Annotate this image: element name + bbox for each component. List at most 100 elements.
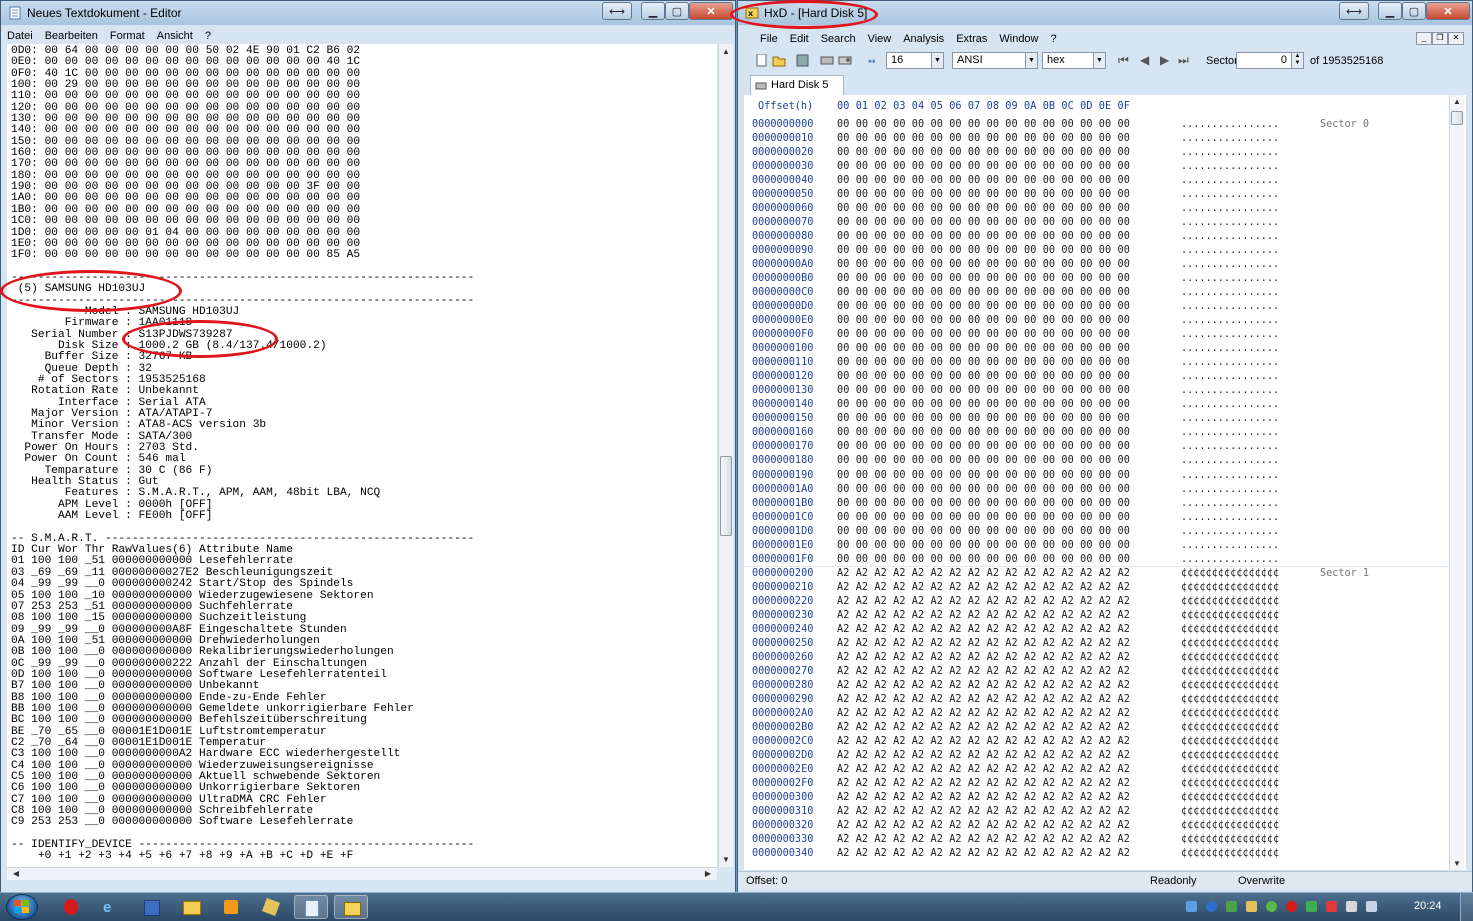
row-bytes[interactable]: A2 A2 A2 A2 A2 A2 A2 A2 A2 A2 A2 A2 A2 A… [837, 708, 1130, 719]
new-file-icon[interactable] [754, 54, 768, 67]
scroll-thumb[interactable] [720, 456, 732, 536]
row-text[interactable]: ................ [1181, 315, 1279, 326]
row-text[interactable]: ................ [1181, 133, 1279, 144]
chevron-down-icon[interactable]: ▼ [1025, 53, 1037, 68]
row-bytes[interactable]: A2 A2 A2 A2 A2 A2 A2 A2 A2 A2 A2 A2 A2 A… [837, 568, 1130, 579]
row-text[interactable]: ¢¢¢¢¢¢¢¢¢¢¢¢¢¢¢¢ [1181, 582, 1279, 593]
row-text[interactable]: ................ [1181, 301, 1279, 312]
hxd-minimize-button[interactable]: ▁ [1378, 2, 1402, 20]
row-text[interactable]: ................ [1181, 427, 1279, 438]
row-bytes[interactable]: 00 00 00 00 00 00 00 00 00 00 00 00 00 0… [837, 427, 1130, 438]
row-bytes[interactable]: A2 A2 A2 A2 A2 A2 A2 A2 A2 A2 A2 A2 A2 A… [837, 694, 1130, 705]
hxd-close-button[interactable]: ✕ [1426, 2, 1470, 20]
save-icon[interactable] [796, 54, 810, 67]
row-text[interactable]: ¢¢¢¢¢¢¢¢¢¢¢¢¢¢¢¢ [1181, 666, 1279, 677]
menu-window[interactable]: Window [993, 33, 1044, 45]
row-text[interactable]: ¢¢¢¢¢¢¢¢¢¢¢¢¢¢¢¢ [1181, 708, 1279, 719]
row-text[interactable]: ................ [1181, 189, 1279, 200]
taskbar-tool[interactable] [254, 895, 288, 919]
row-bytes[interactable]: A2 A2 A2 A2 A2 A2 A2 A2 A2 A2 A2 A2 A2 A… [837, 806, 1130, 817]
row-bytes[interactable]: 00 00 00 00 00 00 00 00 00 00 00 00 00 0… [837, 119, 1130, 130]
row-text[interactable]: ¢¢¢¢¢¢¢¢¢¢¢¢¢¢¢¢ [1181, 820, 1279, 831]
row-bytes[interactable]: A2 A2 A2 A2 A2 A2 A2 A2 A2 A2 A2 A2 A2 A… [837, 820, 1130, 831]
row-text[interactable]: ¢¢¢¢¢¢¢¢¢¢¢¢¢¢¢¢ [1181, 568, 1279, 579]
row-bytes[interactable]: 00 00 00 00 00 00 00 00 00 00 00 00 00 0… [837, 413, 1130, 424]
taskbar-media[interactable] [214, 895, 248, 919]
row-bytes[interactable]: 00 00 00 00 00 00 00 00 00 00 00 00 00 0… [837, 441, 1130, 452]
row-bytes[interactable]: 00 00 00 00 00 00 00 00 00 00 00 00 00 0… [837, 540, 1130, 551]
menu-format[interactable]: Format [104, 30, 151, 42]
row-bytes[interactable]: 00 00 00 00 00 00 00 00 00 00 00 00 00 0… [837, 245, 1130, 256]
row-text[interactable]: ................ [1181, 259, 1279, 270]
open-folder-icon[interactable] [772, 54, 786, 67]
row-bytes[interactable]: 00 00 00 00 00 00 00 00 00 00 00 00 00 0… [837, 217, 1130, 228]
menu-analysis[interactable]: Analysis [897, 33, 950, 45]
taskbar-notepad[interactable] [294, 895, 328, 919]
row-text[interactable]: ................ [1181, 413, 1279, 424]
offset-base-select[interactable]: hex ▼ [1042, 52, 1106, 69]
row-bytes[interactable]: 00 00 00 00 00 00 00 00 00 00 00 00 00 0… [837, 357, 1130, 368]
row-text[interactable]: ¢¢¢¢¢¢¢¢¢¢¢¢¢¢¢¢ [1181, 778, 1279, 789]
row-text[interactable]: ................ [1181, 217, 1279, 228]
row-text[interactable]: ¢¢¢¢¢¢¢¢¢¢¢¢¢¢¢¢ [1181, 638, 1279, 649]
row-text[interactable]: ¢¢¢¢¢¢¢¢¢¢¢¢¢¢¢¢ [1181, 596, 1279, 607]
maximize-button[interactable]: ▢ [665, 2, 689, 20]
tray-opera-icon[interactable] [1286, 901, 1297, 912]
row-text[interactable]: ................ [1181, 470, 1279, 481]
mdi-restore-icon[interactable]: ❐ [1432, 32, 1448, 45]
row-text[interactable]: ¢¢¢¢¢¢¢¢¢¢¢¢¢¢¢¢ [1181, 722, 1279, 733]
row-text[interactable]: ................ [1181, 554, 1279, 565]
menu-view[interactable]: View [862, 33, 898, 45]
row-text[interactable]: ................ [1181, 540, 1279, 551]
bytes-per-row-select[interactable]: 16 ▼ [886, 52, 944, 69]
hxd-snap-arrows-button[interactable]: ⟷ [1339, 2, 1369, 20]
row-bytes[interactable]: 00 00 00 00 00 00 00 00 00 00 00 00 00 0… [837, 133, 1130, 144]
charset-select[interactable]: ANSI ▼ [952, 52, 1038, 69]
snap-arrows-button[interactable]: ⟷ [602, 2, 632, 20]
chevron-down-icon[interactable]: ▼ [931, 53, 943, 68]
first-sector-icon[interactable]: ⏮ [1118, 53, 1129, 68]
row-bytes[interactable]: A2 A2 A2 A2 A2 A2 A2 A2 A2 A2 A2 A2 A2 A… [837, 610, 1130, 621]
row-bytes[interactable]: A2 A2 A2 A2 A2 A2 A2 A2 A2 A2 A2 A2 A2 A… [837, 764, 1130, 775]
row-text[interactable]: ¢¢¢¢¢¢¢¢¢¢¢¢¢¢¢¢ [1181, 848, 1279, 859]
notepad-vertical-scrollbar[interactable]: ▲ ▼ [718, 44, 733, 867]
show-desktop-button[interactable] [1460, 893, 1473, 921]
row-text[interactable]: ................ [1181, 203, 1279, 214]
row-bytes[interactable]: 00 00 00 00 00 00 00 00 00 00 00 00 00 0… [837, 259, 1130, 270]
menu-search[interactable]: Search [815, 33, 862, 45]
scroll-down-icon[interactable]: ▼ [1450, 859, 1464, 868]
menu-help[interactable]: ? [199, 30, 217, 42]
tray-network-icon[interactable] [1186, 901, 1197, 912]
scroll-thumb[interactable] [1451, 111, 1463, 125]
notepad-titlebar[interactable]: Neues Textdokument - Editor ⟷ ▁ ▢ ✕ [1, 1, 735, 25]
menu-bearbeiten[interactable]: Bearbeiten [39, 30, 104, 42]
hex-editor-view[interactable]: Offset(h) 00 01 02 03 04 05 06 07 08 09 … [744, 95, 1466, 870]
row-text[interactable]: ¢¢¢¢¢¢¢¢¢¢¢¢¢¢¢¢ [1181, 750, 1279, 761]
row-text[interactable]: ¢¢¢¢¢¢¢¢¢¢¢¢¢¢¢¢ [1181, 694, 1279, 705]
status-write[interactable]: Overwrite [1238, 875, 1285, 887]
mdi-minimize-icon[interactable]: _ [1416, 32, 1432, 45]
row-text[interactable]: ................ [1181, 161, 1279, 172]
menu-datei[interactable]: Datei [1, 30, 39, 42]
tray-green-icon[interactable] [1266, 901, 1277, 912]
row-bytes[interactable]: 00 00 00 00 00 00 00 00 00 00 00 00 00 0… [837, 175, 1130, 186]
row-bytes[interactable]: 00 00 00 00 00 00 00 00 00 00 00 00 00 0… [837, 273, 1130, 284]
row-bytes[interactable]: 00 00 00 00 00 00 00 00 00 00 00 00 00 0… [837, 189, 1130, 200]
last-sector-icon[interactable]: ⏭ [1178, 53, 1189, 68]
row-text[interactable]: ................ [1181, 147, 1279, 158]
clock[interactable]: 20:24 [1414, 900, 1442, 912]
row-bytes[interactable]: 00 00 00 00 00 00 00 00 00 00 00 00 00 0… [837, 315, 1130, 326]
row-bytes[interactable]: 00 00 00 00 00 00 00 00 00 00 00 00 00 0… [837, 343, 1130, 354]
row-bytes[interactable]: 00 00 00 00 00 00 00 00 00 00 00 00 00 0… [837, 526, 1130, 537]
row-bytes[interactable]: 00 00 00 00 00 00 00 00 00 00 00 00 00 0… [837, 329, 1130, 340]
start-orb[interactable] [6, 894, 38, 920]
row-bytes[interactable]: A2 A2 A2 A2 A2 A2 A2 A2 A2 A2 A2 A2 A2 A… [837, 750, 1130, 761]
row-bytes[interactable]: 00 00 00 00 00 00 00 00 00 00 00 00 00 0… [837, 231, 1130, 242]
row-text[interactable]: ¢¢¢¢¢¢¢¢¢¢¢¢¢¢¢¢ [1181, 736, 1279, 747]
row-bytes[interactable]: A2 A2 A2 A2 A2 A2 A2 A2 A2 A2 A2 A2 A2 A… [837, 848, 1130, 859]
menu-edit[interactable]: Edit [784, 33, 815, 45]
row-text[interactable]: ¢¢¢¢¢¢¢¢¢¢¢¢¢¢¢¢ [1181, 834, 1279, 845]
row-bytes[interactable]: A2 A2 A2 A2 A2 A2 A2 A2 A2 A2 A2 A2 A2 A… [837, 666, 1130, 677]
row-text[interactable]: ................ [1181, 399, 1279, 410]
row-bytes[interactable]: A2 A2 A2 A2 A2 A2 A2 A2 A2 A2 A2 A2 A2 A… [837, 736, 1130, 747]
